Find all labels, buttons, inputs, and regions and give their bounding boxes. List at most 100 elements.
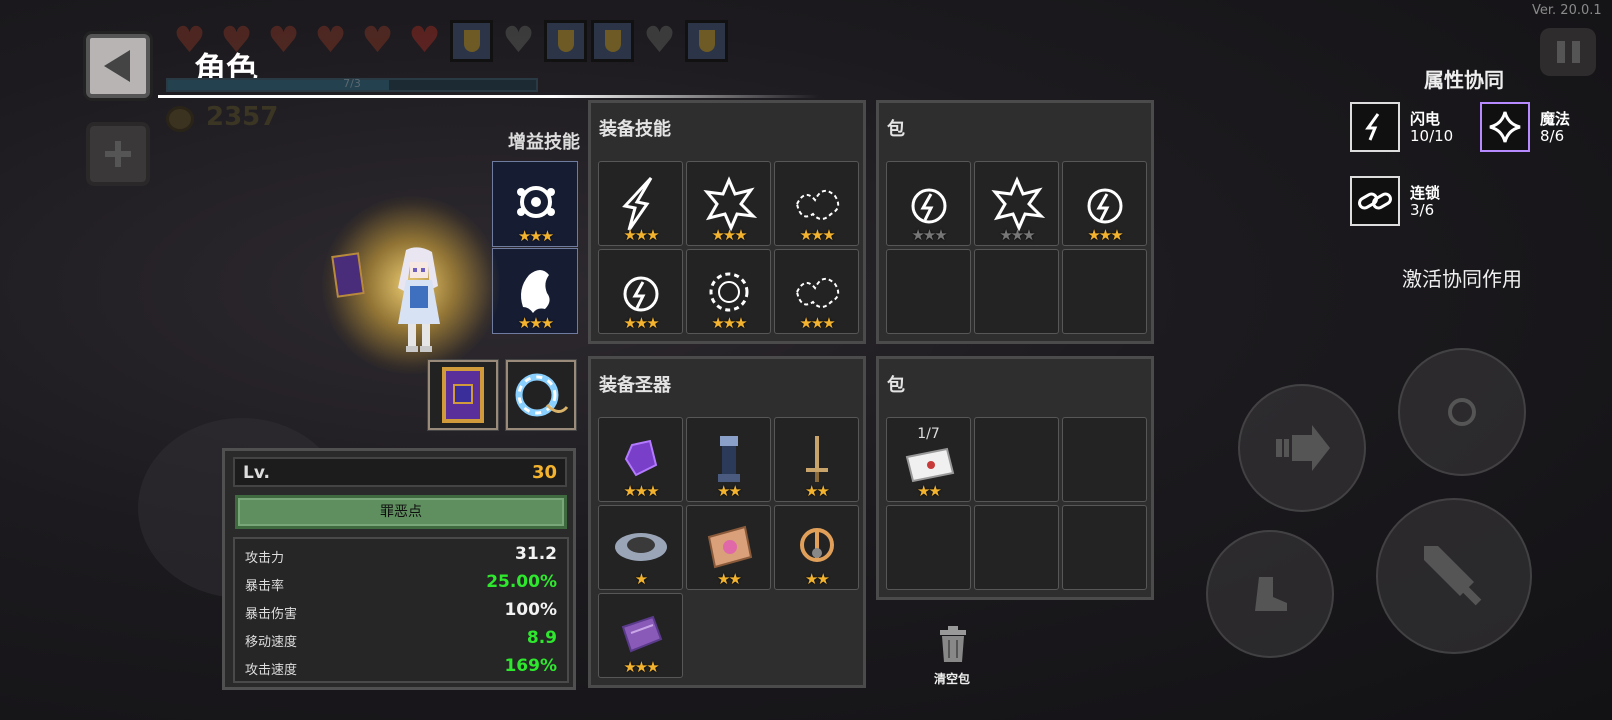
bag-slot-empty[interactable] [886, 249, 971, 334]
star-rating: ★★★ [517, 227, 554, 245]
arrow-right-icon [1276, 425, 1330, 471]
buff-skills-title: 增益技能 [508, 132, 580, 153]
relic-slot[interactable]: ★★★ [598, 593, 683, 678]
sword-icon [805, 435, 828, 482]
stat-name: 暴击率 [245, 579, 285, 594]
synergy-name: 闪电 [1410, 110, 1441, 128]
synergy-count: 3/6 [1410, 201, 1435, 219]
magic-star-icon [1489, 111, 1521, 143]
synergy-name: 连锁 [1410, 184, 1441, 202]
armor-shield-icon [544, 20, 587, 62]
envelope-icon [905, 447, 954, 482]
boot-skill-button[interactable] [1206, 530, 1334, 658]
attack-button[interactable] [1376, 498, 1532, 654]
bag-slot-empty[interactable] [974, 505, 1059, 590]
buff-skill-slot[interactable]: ★★★ [492, 248, 578, 334]
bag-slot-empty[interactable] [974, 249, 1059, 334]
stat-row: 暴击伤害 100% [235, 597, 567, 625]
item-count: 1/7 [917, 426, 940, 442]
title-underline [158, 95, 818, 98]
stat-value: 100% [504, 600, 557, 620]
pause-button[interactable] [1540, 28, 1596, 76]
dash-button[interactable] [1238, 384, 1366, 512]
star-rating: ★★★ [911, 226, 947, 244]
bag-slot-empty[interactable] [1062, 505, 1147, 590]
stat-value: 25.00% [486, 572, 557, 592]
star-rating: ★★★ [799, 226, 835, 244]
star-rating: ★★★ [517, 314, 554, 332]
bag-slot[interactable]: ★★★ [886, 161, 971, 246]
equipped-skills-panel: 装备技能 ★★★ ★★★ ★★★ ★★★ ★★★ ★★★ [588, 100, 866, 344]
clear-bag-label: 清空包 [934, 672, 971, 686]
stat-name: 移动速度 [245, 635, 298, 650]
star-rating: ★★★ [623, 314, 659, 332]
skill-button[interactable] [1398, 348, 1526, 476]
chess-rook-icon [717, 435, 740, 482]
character-sprite [398, 247, 440, 352]
back-arrow-icon [104, 50, 130, 82]
star-rating: ★★★ [711, 314, 747, 332]
version-label: Ver. 20.0.1 [1532, 3, 1602, 18]
sin-points-button[interactable]: 罪恶点 [235, 495, 567, 529]
stat-value: 31.2 [515, 544, 557, 564]
purple-crystal-icon [624, 439, 657, 476]
panel-title: 装备技能 [599, 119, 671, 140]
xp-text: 7/3 [343, 77, 361, 90]
armor-shield-icon [450, 20, 493, 62]
skill-slot[interactable]: ★★★ [686, 249, 771, 334]
relic-slot[interactable]: ★ [598, 505, 683, 590]
buff-skill-slot[interactable]: ★★★ [492, 161, 578, 247]
equipped-relics-panel: 装备圣器 ★★★ ★★ ★★ ★ ★★ ★★ ★★★ [588, 356, 866, 688]
stat-value: 169% [504, 656, 557, 676]
weapon-slot[interactable] [505, 359, 577, 431]
relic-slot[interactable]: ★★★ [598, 417, 683, 502]
pause-icon [1556, 41, 1565, 63]
chain-burst-icon [795, 189, 839, 220]
lightning-orb-icon [1087, 188, 1122, 223]
synergy-item[interactable] [1350, 102, 1400, 152]
relic-slot[interactable]: ★★ [774, 505, 859, 590]
relic-slot[interactable]: ★★ [774, 417, 859, 502]
bag-slot-empty[interactable] [974, 417, 1059, 502]
xp-bar: 7/3 [166, 77, 538, 92]
floating-spellbook-icon [331, 252, 365, 298]
peace-amulet-icon [799, 527, 834, 562]
back-button[interactable] [86, 34, 150, 98]
spiral-burst-icon [709, 272, 748, 311]
level-row: Lv. 30 [233, 457, 567, 487]
skill-slot[interactable]: ★★★ [774, 249, 859, 334]
skill-slot[interactable]: ★★★ [686, 161, 771, 246]
cloud-stone-icon [614, 532, 667, 561]
star-rating: ★★★ [623, 658, 659, 676]
stat-row: 移动速度 8.9 [235, 625, 567, 653]
synergy-item[interactable] [1350, 176, 1400, 226]
chain-burst-icon [795, 277, 839, 308]
activate-synergy-label[interactable]: 激活协同作用 [1402, 263, 1522, 292]
panel-title: 包 [887, 375, 905, 396]
skill-slot[interactable]: ★★★ [774, 161, 859, 246]
synergy-count: 10/10 [1410, 127, 1454, 145]
trash-icon[interactable] [936, 624, 970, 664]
synergy-item[interactable] [1480, 102, 1530, 152]
explosion-icon [702, 175, 757, 232]
relic-slot[interactable]: ★★ [686, 417, 771, 502]
bag-slot-empty[interactable] [886, 505, 971, 590]
empty-heart-icon: ♥ [643, 20, 676, 61]
star-rating: ★★ [805, 482, 830, 500]
stat-name: 攻击速度 [245, 663, 298, 678]
add-button[interactable] [86, 122, 150, 186]
lightning-icon [1365, 113, 1380, 141]
skill-slot[interactable]: ★★★ [598, 161, 683, 246]
weapon-slot[interactable] [427, 359, 499, 431]
relic-slot[interactable]: ★★ [686, 505, 771, 590]
heart-icon: ♥ [408, 20, 441, 61]
coin-count: 2357 [206, 102, 279, 132]
skill-slot[interactable]: ★★★ [598, 249, 683, 334]
bag-slot-empty[interactable] [1062, 417, 1147, 502]
bag-slot[interactable]: ★★★ [1062, 161, 1147, 246]
panel-title: 装备圣器 [599, 375, 671, 396]
armor-shield-icon [591, 20, 634, 62]
bag-slot-empty[interactable] [1062, 249, 1147, 334]
bag-slot[interactable]: ★★★ [974, 161, 1059, 246]
bag-slot[interactable]: 1/7 ★★ [886, 417, 971, 502]
